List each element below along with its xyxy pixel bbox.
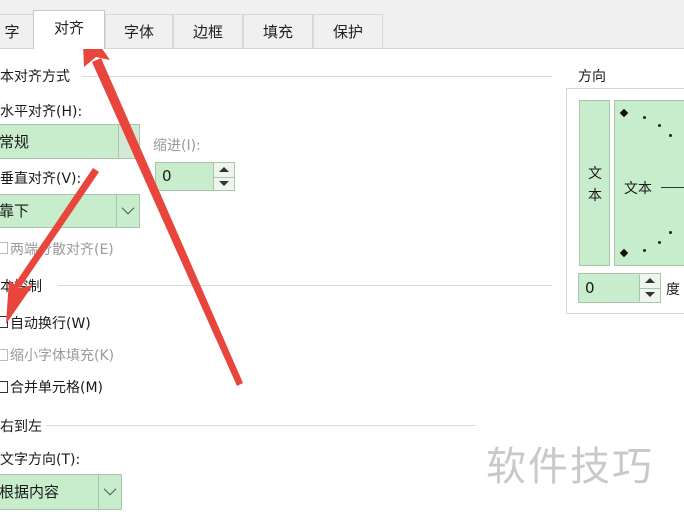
text-direction-dropdown-button[interactable] xyxy=(98,475,121,509)
spin-up-button[interactable] xyxy=(214,163,234,178)
dial-dot xyxy=(669,231,672,234)
vertical-align-label: 垂直对齐(V): xyxy=(0,171,82,187)
indent-label: 缩进(I): xyxy=(153,138,201,154)
shrink-to-fit-checkbox[interactable] xyxy=(0,349,8,361)
dial-text: 文本 xyxy=(624,181,652,197)
tab-label: 填充 xyxy=(262,23,293,41)
triangle-up-icon xyxy=(219,167,229,172)
dial-dot xyxy=(658,124,661,127)
text-direction-label: 文字方向(T): xyxy=(0,452,81,468)
degree-value: 0 xyxy=(585,279,595,297)
triangle-down-icon xyxy=(645,292,655,297)
degree-spin-buttons[interactable] xyxy=(639,274,660,302)
merge-cells-label: 合并单元格(M) xyxy=(10,380,104,396)
tab-label: 字体 xyxy=(123,23,154,41)
text-direction-select[interactable]: 根据内容 xyxy=(0,474,122,510)
merge-cells-checkbox[interactable] xyxy=(0,381,8,393)
vertical-align-select[interactable]: 靠下 xyxy=(0,194,140,228)
vertical-text-char: 本 xyxy=(588,188,602,204)
chevron-down-icon xyxy=(103,483,117,496)
justify-distributed-checkbox[interactable] xyxy=(0,242,8,254)
tab-label: 保护 xyxy=(332,23,363,41)
indent-stepper[interactable]: 0 xyxy=(155,162,235,191)
tab-bar: 字 对齐 字体 边框 填充 保护 xyxy=(0,0,684,49)
vertical-align-dropdown-button[interactable] xyxy=(116,195,139,227)
justify-distributed-label: 两端分散对齐(E) xyxy=(10,242,114,258)
indent-value: 0 xyxy=(162,167,172,185)
triangle-up-icon xyxy=(645,278,655,283)
horizontal-align-value: 常规 xyxy=(0,133,30,151)
orientation-dial[interactable]: 文本 xyxy=(614,100,684,266)
tab-font[interactable]: 字体 xyxy=(105,14,173,48)
divider xyxy=(58,285,552,286)
orientation-title: 方向 xyxy=(576,66,608,86)
spin-up-button[interactable] xyxy=(640,274,660,289)
text-control-section-title: 本控制 xyxy=(0,279,42,295)
dial-bottom-marker xyxy=(619,248,629,258)
dial-top-marker xyxy=(619,108,629,118)
vertical-align-value: 靠下 xyxy=(0,202,30,220)
triangle-down-icon xyxy=(219,180,229,186)
text-direction-value: 根据内容 xyxy=(0,483,60,501)
tab-label: 字 xyxy=(4,23,20,41)
indent-spin-buttons[interactable] xyxy=(213,163,234,190)
divider xyxy=(46,425,476,426)
dial-dot xyxy=(658,241,661,244)
chevron-down-icon xyxy=(121,202,135,215)
dial-dot xyxy=(643,116,646,119)
watermark: 软件技巧 xyxy=(486,444,654,490)
rtl-section-title: 右到左 xyxy=(0,419,42,435)
dial-dot xyxy=(643,249,646,252)
tab-label: 对齐 xyxy=(53,19,84,37)
wrap-text-checkbox[interactable] xyxy=(0,316,8,328)
divider xyxy=(82,76,552,77)
vertical-text-button[interactable]: 文 本 xyxy=(579,100,610,266)
horizontal-align-dropdown-button[interactable] xyxy=(118,125,139,158)
horizontal-align-label: 水平对齐(H): xyxy=(0,104,83,120)
spin-down-button[interactable] xyxy=(640,288,660,302)
tab-number[interactable]: 字 xyxy=(0,14,34,48)
degree-stepper[interactable]: 0 xyxy=(578,273,661,303)
alignment-section-title: 本对齐方式 xyxy=(0,69,70,85)
spin-down-button[interactable] xyxy=(214,177,234,191)
tab-alignment[interactable]: 对齐 xyxy=(33,10,105,49)
tab-label: 边框 xyxy=(192,23,223,41)
dial-dot xyxy=(669,134,672,137)
vertical-text-char: 文 xyxy=(588,166,602,182)
shrink-to-fit-label: 缩小字体填充(K) xyxy=(10,348,115,364)
wrap-text-label: 自动换行(W) xyxy=(10,316,91,332)
dial-pointer[interactable] xyxy=(661,187,684,188)
tab-fill[interactable]: 填充 xyxy=(243,14,313,48)
tab-protection[interactable]: 保护 xyxy=(313,14,383,48)
degree-label: 度 xyxy=(666,282,680,298)
horizontal-align-select[interactable]: 常规 xyxy=(0,124,140,159)
tab-border[interactable]: 边框 xyxy=(173,14,243,48)
